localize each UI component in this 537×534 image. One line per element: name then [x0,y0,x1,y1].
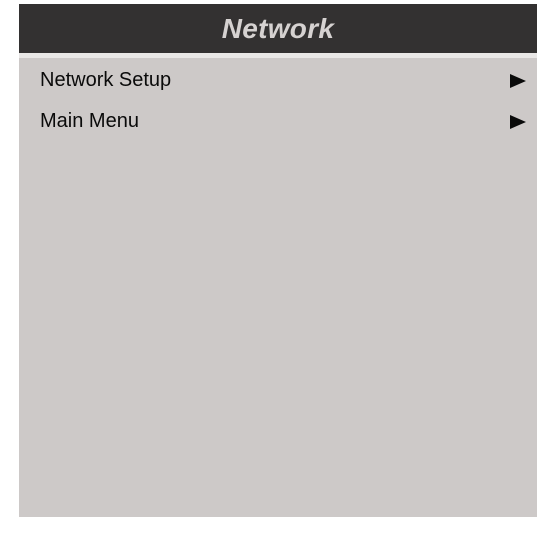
menu-list: Network Setup Main Menu [19,60,537,142]
page-title: Network [221,12,335,44]
triangle-right-icon [510,73,526,88]
triangle-right-icon [510,114,526,129]
title-divider [19,53,537,58]
menu-item-main-menu[interactable]: Main Menu [19,101,537,142]
title-bar: Network [19,4,537,53]
menu-item-network-setup[interactable]: Network Setup [19,60,537,101]
menu-item-label: Main Menu [40,110,139,132]
network-menu-panel: Network Network Setup Main Menu [19,4,537,517]
menu-item-label: Network Setup [40,69,172,91]
